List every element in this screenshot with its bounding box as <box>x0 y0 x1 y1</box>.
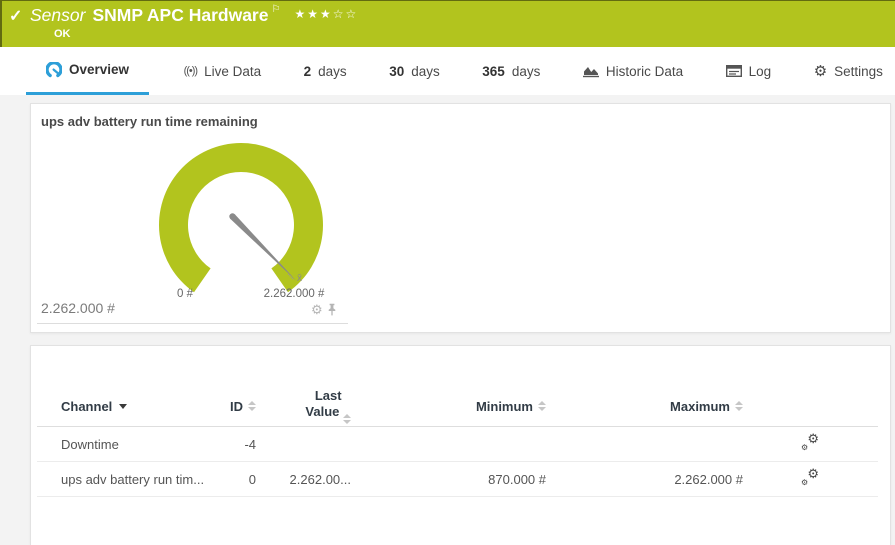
table-row-battery-runtime[interactable]: ups adv battery run tim... 0 2.262.00...… <box>37 462 878 497</box>
tab-label: Log <box>749 64 772 79</box>
pin-icon[interactable] <box>327 303 337 316</box>
sensor-name: SNMP APC Hardware <box>92 5 268 25</box>
sensor-header: ✓ Sensor SNMP APC Hardware⚐ ★★★☆☆ OK <box>0 0 895 47</box>
channels-table-panel: Channel ID Last Value Minimum Maximum <box>30 345 891 545</box>
gauge-icon <box>46 62 62 78</box>
gauge-min-label: 0 # <box>157 288 213 300</box>
channel-name: ups adv battery run tim... <box>61 472 211 487</box>
table-header-row: Channel ID Last Value Minimum Maximum <box>37 386 878 427</box>
area-chart-icon <box>583 65 599 78</box>
channel-minimum: 870.000 # <box>351 472 546 487</box>
object-type-label: Sensor <box>30 5 85 25</box>
average-marker: x̄ <box>297 273 302 284</box>
gauge-max-label: 2.262.000 # <box>234 288 354 300</box>
battery-runtime-gauge <box>141 130 341 300</box>
tab-number: 2 <box>304 64 312 79</box>
channel-id: 0 <box>211 472 256 487</box>
sensor-title-row: Sensor SNMP APC Hardware⚐ ★★★☆☆ <box>30 4 358 26</box>
channel-last-value: 2.262.00... <box>256 472 351 487</box>
tab-label: days <box>411 64 440 79</box>
tab-365-days[interactable]: 365 days <box>474 47 548 95</box>
column-header-minimum[interactable]: Minimum <box>476 399 546 414</box>
tab-historic-data[interactable]: Historic Data <box>575 47 691 95</box>
sort-icon <box>248 401 256 411</box>
tab-number: 30 <box>389 64 404 79</box>
sort-desc-icon <box>119 404 127 409</box>
tab-label: Overview <box>69 62 129 77</box>
gauge-settings-icon[interactable]: ⚙ <box>311 303 323 316</box>
column-label: Minimum <box>476 399 533 414</box>
channel-settings-icon[interactable]: ⚙⚙ <box>801 434 819 451</box>
channel-maximum: 2.262.000 # <box>546 472 743 487</box>
log-icon <box>726 65 742 77</box>
status-check-icon: ✓ <box>9 6 22 26</box>
tab-label: Settings <box>834 64 883 79</box>
column-label: Maximum <box>670 399 730 414</box>
tab-2-days[interactable]: 2 days <box>296 47 355 95</box>
gauge-current-value: 2.262.000 # <box>41 300 115 316</box>
sort-icon <box>538 401 546 411</box>
column-label: ID <box>230 399 243 414</box>
gauge-title: ups adv battery run time remaining <box>41 114 258 129</box>
column-header-channel[interactable]: Channel <box>61 399 211 414</box>
column-header-maximum[interactable]: Maximum <box>670 399 743 414</box>
channel-name: Downtime <box>61 437 211 452</box>
column-header-last-value[interactable]: Last Value <box>305 388 351 424</box>
tab-settings[interactable]: ⚙ Settings <box>806 47 891 95</box>
gear-icon: ⚙ <box>814 64 827 79</box>
gauge-needle <box>230 214 296 281</box>
gauge-actions: ⚙ <box>311 303 337 316</box>
channel-id: -4 <box>211 437 256 452</box>
tab-overview[interactable]: Overview <box>26 47 149 95</box>
tab-number: 365 <box>482 64 505 79</box>
column-header-id[interactable]: ID <box>230 399 256 414</box>
sort-icon <box>735 401 743 411</box>
channels-table: Channel ID Last Value Minimum Maximum <box>37 386 878 497</box>
tab-log[interactable]: Log <box>718 47 780 95</box>
column-label: Channel <box>61 399 112 414</box>
tab-live-data[interactable]: ((•)) Live Data <box>176 47 270 95</box>
tab-label: Live Data <box>204 64 261 79</box>
gauge-panel: ups adv battery run time remaining x̄ 0 … <box>30 103 891 333</box>
status-badge: OK <box>54 28 71 40</box>
table-row-downtime[interactable]: Downtime -4 ⚙⚙ <box>37 427 878 462</box>
tab-label: days <box>318 64 347 79</box>
column-label: Last Value <box>305 388 351 424</box>
channel-settings-icon[interactable]: ⚙⚙ <box>801 469 819 486</box>
tab-30-days[interactable]: 30 days <box>381 47 448 95</box>
flag-icon: ⚐ <box>271 4 280 15</box>
priority-stars[interactable]: ★★★☆☆ <box>294 7 358 21</box>
live-icon: ((•)) <box>184 65 198 77</box>
tab-label: Historic Data <box>606 64 683 79</box>
tab-label: days <box>512 64 541 79</box>
gauge-widget-divider <box>37 323 348 324</box>
tab-bar: Overview ((•)) Live Data 2 days 30 days … <box>0 47 895 95</box>
sort-icon <box>343 414 351 424</box>
gauge-arc <box>159 143 323 292</box>
